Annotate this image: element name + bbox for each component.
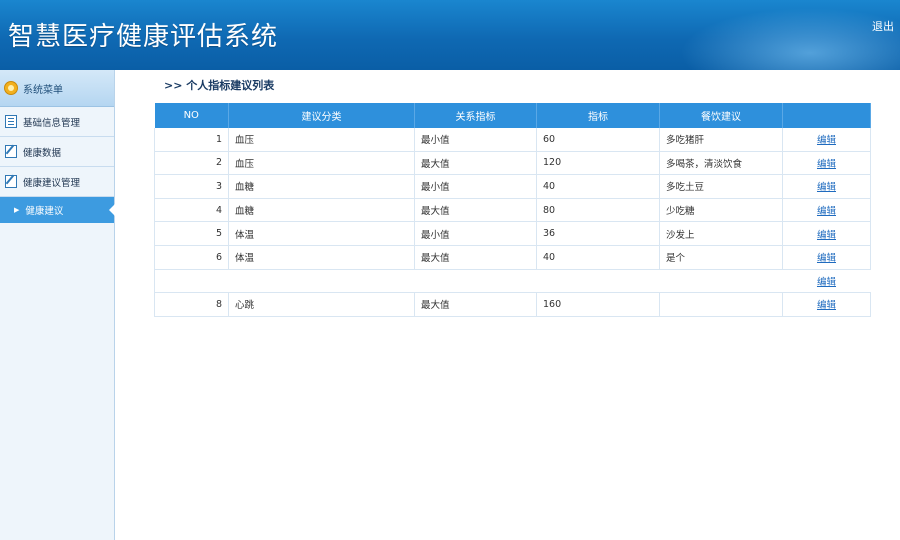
cell-relation — [414, 269, 537, 294]
sidebar-header: 系统菜单 — [0, 70, 114, 107]
cell-no: 4 — [154, 198, 229, 223]
cell-advice: 是个 — [659, 245, 783, 270]
cell-value: 120 — [536, 151, 660, 176]
sidebar-header-label: 系统菜单 — [23, 84, 63, 96]
cell-relation: 最小值 — [414, 128, 537, 152]
cell-action: 编辑 — [782, 292, 871, 317]
edit-link[interactable]: 编辑 — [817, 230, 836, 241]
cell-no: 1 — [154, 128, 229, 152]
cell-action: 编辑 — [782, 174, 871, 199]
table-body: 1 血压 最小值 60 多吃猪肝 编辑 2 血压 最大值 120 多喝茶，清淡饮食 编辑 3 血糖 最小值 4… — [154, 128, 871, 317]
cell-advice: 多喝茶，清淡饮食 — [659, 151, 783, 176]
advice-table-container: NO 建议分类 关系指标 指标 餐饮建议 1 血压 最小值 60 多吃猪肝 编辑 2 血压 最大… — [154, 103, 871, 317]
cell-category — [228, 269, 415, 294]
cell-value: 36 — [536, 221, 660, 246]
cell-value: 160 — [536, 292, 660, 317]
sidebar-item-label: 基础信息管理 — [23, 117, 81, 129]
table-row: 2 血压 最大值 120 多喝茶，清淡饮食 编辑 — [154, 151, 871, 176]
cell-relation: 最大值 — [414, 245, 537, 270]
cell-advice: 多吃土豆 — [659, 174, 783, 199]
column-header-category: 建议分类 — [228, 103, 415, 128]
table-row: 8 心跳 最大值 160 编辑 — [154, 292, 871, 317]
cell-relation: 最小值 — [414, 221, 537, 246]
column-header-action — [782, 103, 871, 128]
sidebar-item-label: 健康建议管理 — [23, 177, 81, 189]
edit-icon — [5, 145, 17, 158]
cell-value: 80 — [536, 198, 660, 223]
table-header-row: NO 建议分类 关系指标 指标 餐饮建议 — [154, 103, 871, 128]
app-header: 智慧医疗健康评估系统 退出 — [0, 0, 900, 70]
cell-category: 体温 — [228, 245, 415, 270]
app-title: 智慧医疗健康评估系统 — [8, 22, 279, 52]
cell-relation: 最大值 — [414, 292, 537, 317]
edit-link[interactable]: 编辑 — [817, 253, 836, 264]
cell-relation: 最大值 — [414, 198, 537, 223]
sidebar: 系统菜单 基础信息管理 健康数据 健康建议管理 ▶ 健康建议 — [0, 70, 115, 540]
edit-link[interactable]: 编辑 — [817, 206, 836, 217]
cell-advice: 沙发上 — [659, 221, 783, 246]
cell-category: 血糖 — [228, 198, 415, 223]
cell-relation: 最大值 — [414, 151, 537, 176]
cell-category: 血压 — [228, 128, 415, 152]
edit-link[interactable]: 编辑 — [817, 135, 836, 146]
advice-table: NO 建议分类 关系指标 指标 餐饮建议 1 血压 最小值 60 多吃猪肝 编辑 2 血压 最大… — [154, 103, 871, 317]
sidebar-subitem-health-advice[interactable]: ▶ 健康建议 — [0, 197, 115, 223]
cell-no: 6 — [154, 245, 229, 270]
cell-value — [536, 269, 660, 294]
cell-advice — [659, 269, 783, 294]
menu-icon — [4, 81, 18, 95]
breadcrumb: >> 个人指标建议列表 — [164, 79, 275, 92]
edit-icon — [5, 175, 17, 188]
column-header-relation: 关系指标 — [414, 103, 537, 128]
cell-category: 心跳 — [228, 292, 415, 317]
cell-action: 编辑 — [782, 198, 871, 223]
list-icon — [5, 115, 17, 128]
logout-link[interactable]: 退出 — [872, 18, 894, 34]
cell-value: 40 — [536, 174, 660, 199]
sidebar-item-basic-info[interactable]: 基础信息管理 — [0, 107, 114, 137]
cell-category: 血压 — [228, 151, 415, 176]
cell-value: 40 — [536, 245, 660, 270]
edit-link[interactable]: 编辑 — [817, 300, 836, 311]
edit-link[interactable]: 编辑 — [817, 182, 836, 193]
cell-action: 编辑 — [782, 269, 871, 294]
cell-action: 编辑 — [782, 151, 871, 176]
column-header-advice: 餐饮建议 — [659, 103, 783, 128]
cell-advice — [659, 292, 783, 317]
table-row: 5 体温 最小值 36 沙发上 编辑 — [154, 221, 871, 246]
cell-no — [154, 269, 229, 294]
table-row: 4 血糖 最大值 80 少吃糖 编辑 — [154, 198, 871, 223]
caret-right-icon: ▶ — [14, 206, 20, 214]
cell-no: 5 — [154, 221, 229, 246]
cell-relation: 最小值 — [414, 174, 537, 199]
cell-action: 编辑 — [782, 128, 871, 152]
table-row: 1 血压 最小值 60 多吃猪肝 编辑 — [154, 128, 871, 152]
table-row: 6 体温 最大值 40 是个 编辑 — [154, 245, 871, 270]
cell-action: 编辑 — [782, 245, 871, 270]
cell-no: 2 — [154, 151, 229, 176]
edit-link[interactable]: 编辑 — [817, 277, 836, 288]
cell-advice: 多吃猪肝 — [659, 128, 783, 152]
sidebar-item-advice-management[interactable]: 健康建议管理 — [0, 167, 114, 197]
sidebar-subitem-label: 健康建议 — [25, 206, 64, 217]
sidebar-item-health-data[interactable]: 健康数据 — [0, 137, 114, 167]
cell-no: 8 — [154, 292, 229, 317]
cell-category: 血糖 — [228, 174, 415, 199]
edit-link[interactable]: 编辑 — [817, 159, 836, 170]
cell-no: 3 — [154, 174, 229, 199]
column-header-value: 指标 — [536, 103, 660, 128]
column-header-no: NO — [154, 103, 229, 128]
cell-value: 60 — [536, 128, 660, 152]
table-row: 3 血糖 最小值 40 多吃土豆 编辑 — [154, 174, 871, 199]
cell-advice: 少吃糖 — [659, 198, 783, 223]
table-row: 编辑 — [154, 269, 871, 294]
cell-category: 体温 — [228, 221, 415, 246]
sidebar-item-label: 健康数据 — [23, 147, 62, 159]
cell-action: 编辑 — [782, 221, 871, 246]
